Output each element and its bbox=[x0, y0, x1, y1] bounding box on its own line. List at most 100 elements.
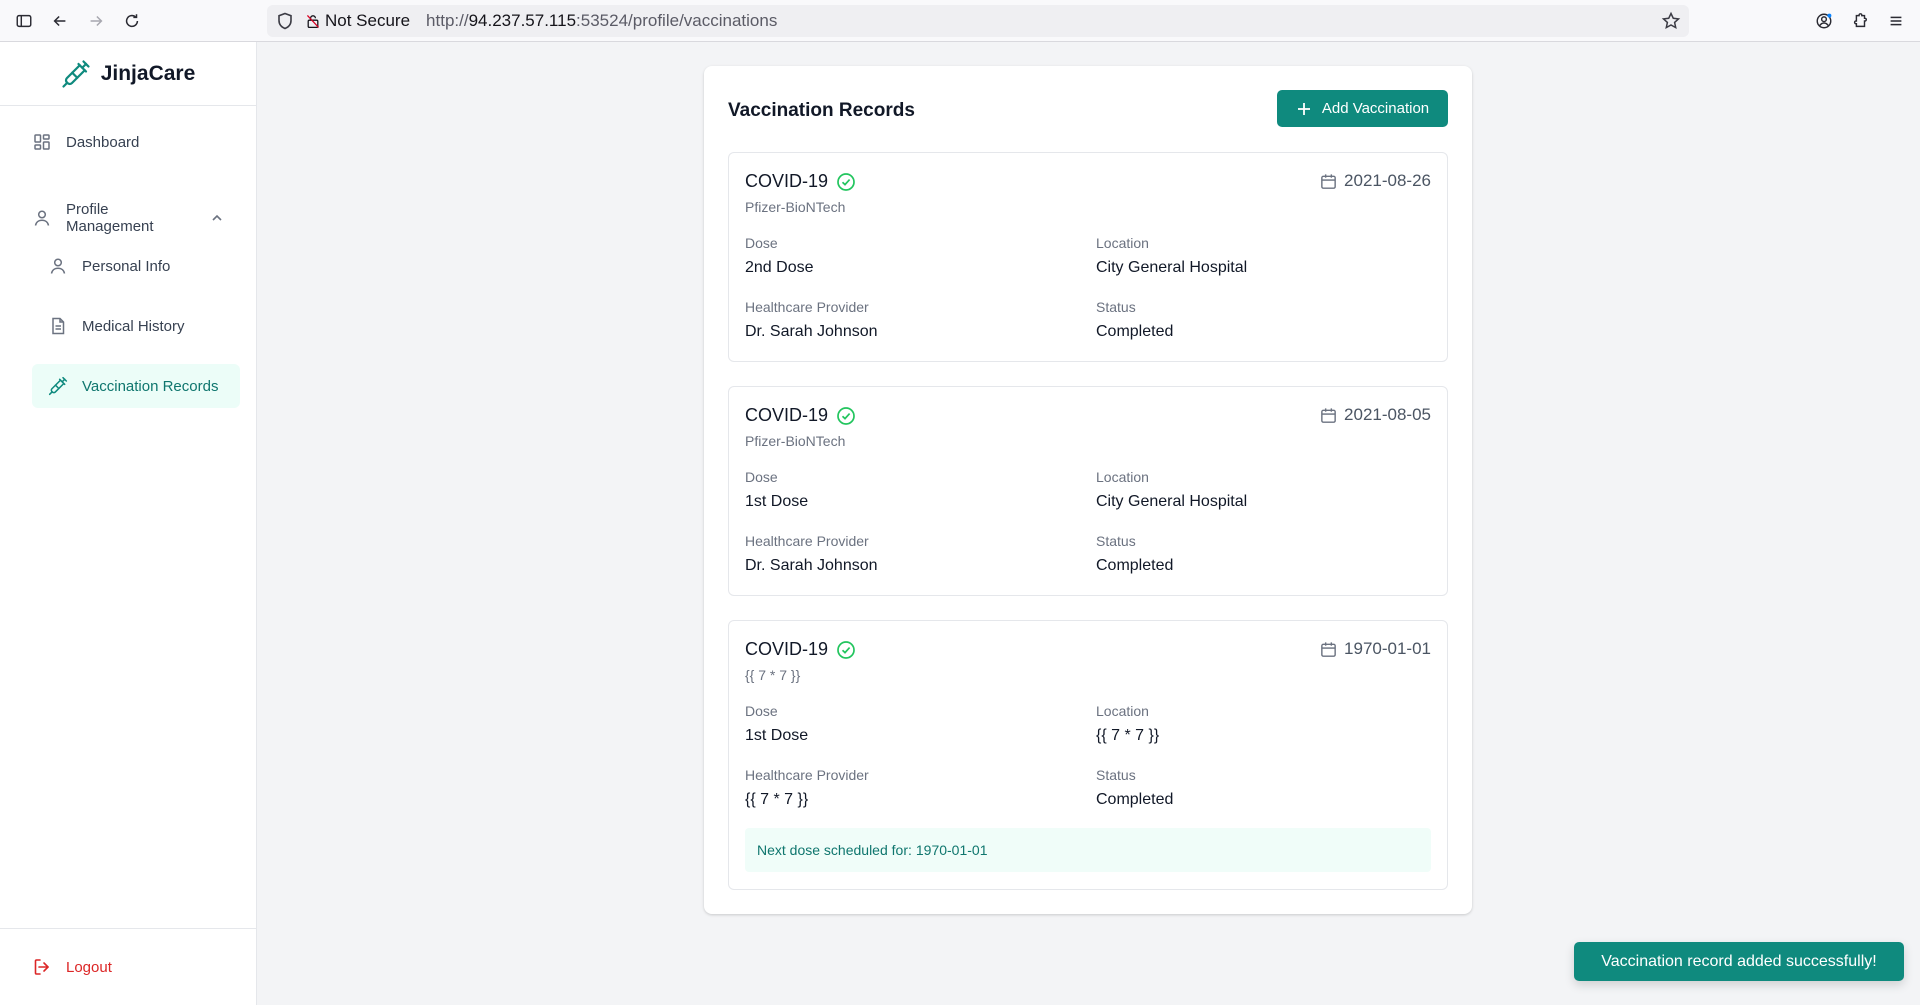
vaccination-records-panel: Vaccination Records Add Vaccination COVI… bbox=[704, 66, 1472, 914]
provider-label: Healthcare Provider bbox=[745, 299, 869, 315]
check-circle-icon bbox=[837, 406, 855, 425]
chevron-up-icon bbox=[212, 214, 222, 221]
user-icon bbox=[34, 210, 50, 226]
logout-icon bbox=[34, 959, 49, 975]
manufacturer: Pfizer-BioNTech bbox=[745, 433, 846, 449]
dose-value: 1st Dose bbox=[745, 727, 809, 744]
not-secure-label: Not Secure bbox=[325, 11, 411, 30]
logout-button[interactable]: Logout bbox=[16, 957, 128, 977]
vaccination-date: 2021-08-05 bbox=[1319, 405, 1431, 425]
url-host: 94.237.57.115 bbox=[468, 11, 577, 30]
calendar-icon bbox=[1321, 641, 1336, 657]
location-label: Location bbox=[1096, 703, 1149, 719]
provider-value: {{ 7 * 7 }} bbox=[745, 791, 809, 808]
document-icon bbox=[52, 317, 65, 335]
status-value: Completed bbox=[1096, 557, 1174, 574]
provider-value: Dr. Sarah Johnson bbox=[745, 323, 878, 340]
vaccine-name: COVID-19 bbox=[745, 639, 856, 660]
provider-label: Healthcare Provider bbox=[745, 533, 869, 549]
sidebar-item-personal-info[interactable]: Personal Info bbox=[32, 244, 240, 288]
dose-value: 2nd Dose bbox=[745, 259, 814, 276]
back-arrow-icon[interactable] bbox=[42, 3, 78, 39]
next-dose-label: Next dose scheduled for: bbox=[757, 842, 912, 858]
vaccine-name: COVID-19 bbox=[745, 171, 856, 192]
dose-label: Dose bbox=[745, 469, 778, 485]
sidebar-item-vaccination-records[interactable]: Vaccination Records bbox=[32, 364, 240, 408]
user-icon bbox=[50, 258, 66, 274]
broken-lock-icon bbox=[306, 14, 320, 29]
status-label: Status bbox=[1096, 533, 1136, 549]
url-prefix: http:// bbox=[426, 11, 469, 30]
sidebar-toggle-icon[interactable] bbox=[6, 3, 42, 39]
sidebar-item-label: Personal Info bbox=[82, 257, 171, 275]
sidebar-item-label: Medical History bbox=[82, 317, 185, 335]
sidebar-item-label: Vaccination Records bbox=[82, 377, 219, 395]
add-vaccination-button[interactable]: Add Vaccination bbox=[1277, 90, 1448, 127]
logout-area: Logout bbox=[0, 928, 256, 1005]
shield-icon[interactable] bbox=[275, 11, 295, 31]
location-label: Location bbox=[1096, 469, 1149, 485]
check-circle-icon bbox=[837, 640, 855, 659]
browser-toolbar: Not Secure http://94.237.57.115:53524/pr… bbox=[0, 0, 1920, 42]
vaccine-name-text: COVID-19 bbox=[745, 405, 829, 425]
location-label: Location bbox=[1096, 235, 1149, 251]
vaccine-name: COVID-19 bbox=[745, 405, 856, 426]
vaccination-record-card: COVID-19 {{ 7 * 7 }} 1970-01-01 Dose 1st… bbox=[728, 620, 1448, 890]
success-toast[interactable]: Vaccination record added successfully! bbox=[1574, 942, 1904, 981]
calendar-icon bbox=[1321, 173, 1336, 189]
status-label: Status bbox=[1096, 299, 1136, 315]
not-secure-indicator[interactable]: Not Secure bbox=[301, 11, 414, 31]
account-icon[interactable] bbox=[1808, 3, 1840, 39]
extensions-icon[interactable] bbox=[1844, 3, 1876, 39]
url-text[interactable]: http://94.237.57.115:53524/profile/vacci… bbox=[426, 11, 777, 31]
location-value: City General Hospital bbox=[1096, 259, 1248, 276]
bookmark-star-icon[interactable] bbox=[1661, 11, 1681, 31]
hamburger-menu-icon[interactable] bbox=[1880, 3, 1912, 39]
location-value: {{ 7 * 7 }} bbox=[1096, 727, 1160, 744]
syringe-icon bbox=[62, 59, 90, 88]
sidebar-nav: Dashboard Profile Management Personal In… bbox=[0, 106, 256, 422]
sidebar-item-profile-management[interactable]: Profile Management bbox=[16, 196, 240, 240]
vaccination-record-card: COVID-19 Pfizer-BioNTech 2021-08-26 Dose… bbox=[728, 152, 1448, 362]
calendar-icon bbox=[1321, 407, 1336, 423]
add-vaccination-label: Add Vaccination bbox=[1321, 100, 1430, 117]
url-path: :53524/profile/vaccinations bbox=[576, 11, 778, 30]
provider-value: Dr. Sarah Johnson bbox=[745, 557, 878, 574]
manufacturer: {{ 7 * 7 }} bbox=[745, 667, 801, 683]
sidebar-item-label: Dashboard bbox=[66, 133, 140, 151]
plus-icon bbox=[1297, 102, 1310, 115]
vaccine-name-text: COVID-19 bbox=[745, 171, 829, 191]
vaccine-name-text: COVID-19 bbox=[745, 639, 829, 659]
status-value: Completed bbox=[1096, 323, 1174, 340]
dose-label: Dose bbox=[745, 235, 778, 251]
brand-name: JinjaCare bbox=[100, 61, 196, 85]
vaccination-date-text: 2021-08-05 bbox=[1344, 405, 1431, 424]
next-dose-notice: Next dose scheduled for: 1970-01-01 bbox=[745, 828, 1431, 872]
reload-icon[interactable] bbox=[114, 3, 150, 39]
vaccination-record-card: COVID-19 Pfizer-BioNTech 2021-08-05 Dose… bbox=[728, 386, 1448, 596]
sidebar: JinjaCare Dashboard Profile Management P… bbox=[0, 42, 257, 1005]
sidebar-item-label: Profile Management bbox=[66, 201, 154, 235]
status-value: Completed bbox=[1096, 791, 1174, 808]
sidebar-item-dashboard[interactable]: Dashboard bbox=[16, 120, 240, 164]
location-value: City General Hospital bbox=[1096, 493, 1248, 510]
sidebar-item-medical-history[interactable]: Medical History bbox=[32, 304, 240, 348]
next-dose-date: 1970-01-01 bbox=[915, 842, 988, 858]
dose-label: Dose bbox=[745, 703, 778, 719]
forward-arrow-icon[interactable] bbox=[78, 3, 114, 39]
syringe-icon bbox=[48, 376, 68, 396]
dose-value: 1st Dose bbox=[745, 493, 809, 510]
manufacturer: Pfizer-BioNTech bbox=[745, 199, 846, 215]
vaccination-date-text: 1970-01-01 bbox=[1344, 639, 1431, 658]
address-bar[interactable]: Not Secure http://94.237.57.115:53524/pr… bbox=[267, 5, 1689, 37]
vaccination-date: 1970-01-01 bbox=[1319, 639, 1431, 659]
vaccination-date-text: 2021-08-26 bbox=[1344, 171, 1431, 190]
page-title: Vaccination Records bbox=[728, 100, 915, 121]
provider-label: Healthcare Provider bbox=[745, 767, 869, 783]
check-circle-icon bbox=[837, 172, 855, 191]
status-label: Status bbox=[1096, 767, 1136, 783]
dashboard-grid-icon bbox=[34, 134, 50, 150]
logout-label: Logout bbox=[66, 958, 112, 976]
brand-logo[interactable]: JinjaCare bbox=[0, 42, 256, 106]
vaccination-date: 2021-08-26 bbox=[1319, 171, 1431, 191]
